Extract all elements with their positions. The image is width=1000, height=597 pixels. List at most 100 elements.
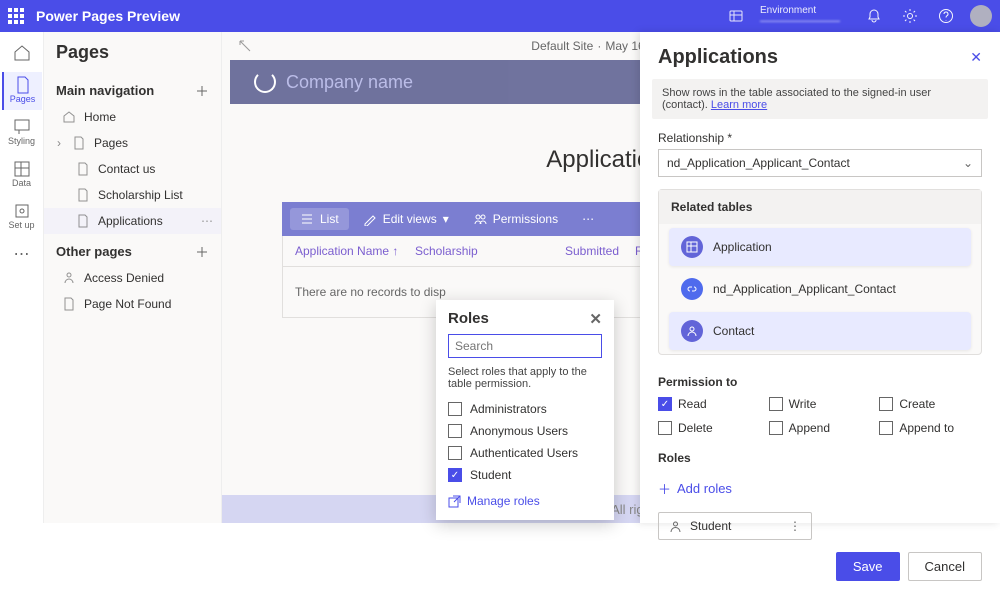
list-label: List — [320, 212, 339, 226]
info-text: Show rows in the table associated to the… — [662, 87, 931, 111]
relationship-select[interactable]: nd_Application_Applicant_Contact⌄ — [658, 149, 982, 177]
roles-popup-title: Roles — [448, 310, 489, 328]
checkbox-icon[interactable] — [448, 424, 462, 438]
manage-roles-link[interactable]: Manage roles — [448, 486, 602, 508]
perm-append-to[interactable]: Append to — [879, 421, 982, 435]
cancel-button[interactable]: Cancel — [908, 552, 982, 581]
perm-write[interactable]: Write — [769, 397, 872, 411]
tree-applications[interactable]: Applications ⋯ — [44, 208, 221, 234]
person-icon — [669, 520, 682, 533]
perm-append[interactable]: Append — [769, 421, 872, 435]
rail-pages[interactable]: Pages — [2, 72, 42, 110]
rail-home[interactable] — [2, 40, 42, 68]
permissions-panel: Applications ✕ Show rows in the table as… — [640, 32, 1000, 523]
close-icon[interactable]: ✕ — [589, 310, 602, 328]
rail-setup-label: Set up — [2, 220, 42, 230]
rail-setup[interactable]: Set up — [2, 198, 42, 236]
file-icon — [14, 76, 32, 94]
tree-access-denied-label: Access Denied — [84, 271, 164, 285]
checkbox-checked-icon[interactable]: ✓ — [658, 397, 672, 411]
help-icon[interactable] — [938, 8, 954, 24]
save-label: Save — [853, 559, 883, 574]
chip-label: Student — [690, 519, 731, 533]
related-nd[interactable]: nd_Application_Applicant_Contact — [669, 270, 971, 308]
role-administrators[interactable]: Administrators — [448, 398, 602, 420]
column-submitted[interactable]: Submitted — [565, 244, 635, 258]
chevron-down-icon: ▾ — [443, 212, 449, 226]
rail-pages-label: Pages — [4, 94, 42, 104]
pencil-icon — [363, 212, 377, 226]
perm-label: Append to — [899, 421, 954, 435]
tree-pages-label: Pages — [94, 136, 128, 150]
related-tables-label: Related tables — [659, 190, 981, 224]
plus-icon[interactable] — [195, 84, 209, 98]
site-date: May 16 — [605, 39, 644, 53]
perm-label: Read — [678, 397, 707, 411]
tree-applications-label: Applications — [98, 214, 163, 228]
permissions-button[interactable]: Permissions — [463, 208, 568, 230]
perm-label: Append — [789, 421, 830, 435]
checkbox-icon[interactable] — [658, 421, 672, 435]
list-button[interactable]: List — [290, 208, 349, 230]
bell-icon[interactable] — [866, 8, 882, 24]
role-label: Anonymous Users — [470, 424, 568, 438]
tree-pages[interactable]: ›Pages — [44, 130, 221, 156]
edit-views-button[interactable]: Edit views▾ — [353, 208, 459, 230]
role-label: Student — [470, 468, 511, 482]
close-icon[interactable]: ✕ — [970, 49, 982, 66]
rail-data[interactable]: Data — [2, 156, 42, 194]
avatar[interactable] — [970, 5, 992, 27]
more-icon[interactable]: ⋮ — [789, 519, 801, 533]
plus-icon[interactable] — [195, 245, 209, 259]
checkbox-icon[interactable] — [879, 421, 893, 435]
rel-label: Application — [713, 240, 772, 254]
tree-scholarship-list[interactable]: Scholarship List — [44, 182, 221, 208]
role-anonymous[interactable]: Anonymous Users — [448, 420, 602, 442]
environment-picker[interactable]: Environment———————— — [718, 5, 840, 27]
tree-home[interactable]: Home — [44, 104, 221, 130]
perm-label: Create — [899, 397, 935, 411]
waffle-icon[interactable] — [8, 8, 24, 24]
save-button[interactable]: Save — [836, 552, 900, 581]
column-name[interactable]: Application Name ↑ — [295, 244, 415, 258]
role-label: Authenticated Users — [470, 446, 578, 460]
people-icon — [473, 212, 487, 226]
learn-more-link[interactable]: Learn more — [711, 99, 767, 111]
column-scholarship[interactable]: Scholarship — [415, 244, 565, 258]
checkbox-icon[interactable] — [769, 397, 783, 411]
checkbox-icon[interactable] — [769, 421, 783, 435]
roles-search-input[interactable] — [448, 334, 602, 358]
checkbox-icon[interactable] — [879, 397, 893, 411]
perm-create[interactable]: Create — [879, 397, 982, 411]
tree-contact-us[interactable]: Contact us — [44, 156, 221, 182]
role-label: Administrators — [470, 402, 547, 416]
arrow-icon — [238, 39, 252, 53]
wrench-icon — [13, 202, 31, 220]
page-icon — [76, 214, 90, 228]
perm-delete[interactable]: Delete — [658, 421, 761, 435]
page-icon — [76, 162, 90, 176]
person-icon — [681, 320, 703, 342]
other-pages-label: Other pages — [56, 244, 132, 259]
related-application[interactable]: Application — [669, 228, 971, 266]
role-chip-student[interactable]: Student ⋮ — [658, 512, 812, 540]
rail-styling[interactable]: Styling — [2, 114, 42, 152]
rail-more[interactable]: ⋯ — [2, 240, 42, 270]
env-label: Environment — [760, 5, 840, 16]
tree-contact-label: Contact us — [98, 162, 155, 176]
role-authenticated[interactable]: Authenticated Users — [448, 442, 602, 464]
related-contact[interactable]: Contact — [669, 312, 971, 350]
tree-access-denied[interactable]: Access Denied — [44, 265, 221, 291]
checkbox-icon[interactable] — [448, 446, 462, 460]
page-icon — [76, 188, 90, 202]
checkbox-checked-icon[interactable]: ✓ — [448, 468, 462, 482]
checkbox-icon[interactable] — [448, 402, 462, 416]
rel-label: Contact — [713, 324, 754, 338]
gear-icon[interactable] — [902, 8, 918, 24]
role-student[interactable]: ✓ Student — [448, 464, 602, 486]
perm-read[interactable]: ✓ Read — [658, 397, 761, 411]
more-icon[interactable]: ⋯ — [201, 214, 213, 228]
add-roles-button[interactable]: ＋Add roles — [658, 473, 982, 504]
overflow-button[interactable]: ⋯ — [572, 208, 604, 230]
tree-page-not-found[interactable]: Page Not Found — [44, 291, 221, 317]
